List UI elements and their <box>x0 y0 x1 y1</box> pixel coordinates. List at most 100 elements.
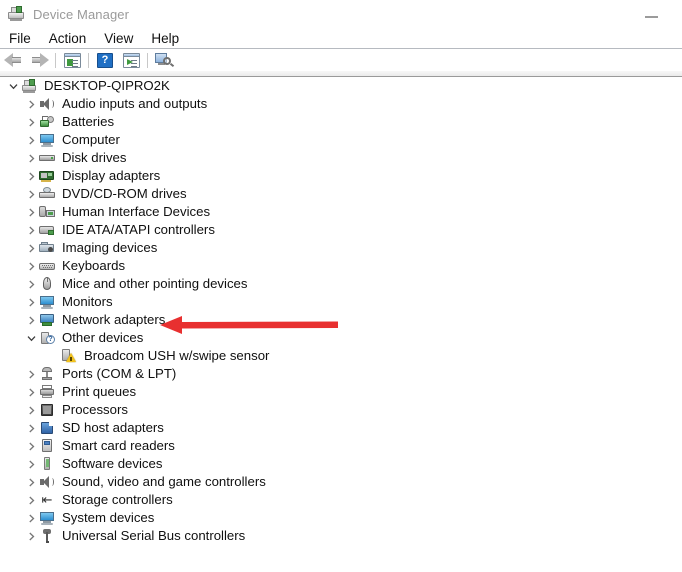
chevron-right-icon[interactable] <box>24 221 38 239</box>
tree-item-print-queues[interactable]: Print queues <box>0 383 682 401</box>
device-tree[interactable]: DESKTOP-QIPRO2K Audio inputs and outputs… <box>0 77 682 572</box>
tree-item-label: Software devices <box>56 455 162 473</box>
chevron-right-icon[interactable] <box>24 113 38 131</box>
chevron-right-icon[interactable] <box>24 383 38 401</box>
help-button[interactable]: ? <box>92 49 118 71</box>
chevron-right-icon[interactable] <box>24 491 38 509</box>
properties-button[interactable] <box>59 49 85 71</box>
chevron-right-icon[interactable] <box>24 239 38 257</box>
keyboard-icon <box>38 257 56 275</box>
tree-item-label: Human Interface Devices <box>56 203 210 221</box>
toolbar-separator-3 <box>147 53 148 68</box>
port-icon <box>38 365 56 383</box>
tree-item-label: DESKTOP-QIPRO2K <box>38 77 170 95</box>
tree-item-dvd-cd-rom-drives[interactable]: DVD/CD-ROM drives <box>0 185 682 203</box>
back-button[interactable] <box>0 49 26 71</box>
tree-item-sound-video-and-game-controllers[interactable]: Sound, video and game controllers <box>0 473 682 491</box>
chevron-right-icon[interactable] <box>24 257 38 275</box>
chevron-right-icon[interactable] <box>24 473 38 491</box>
tree-item-universal-serial-bus-controllers[interactable]: Universal Serial Bus controllers <box>0 527 682 545</box>
chevron-right-icon[interactable] <box>24 95 38 113</box>
tree-item-label: System devices <box>56 509 154 527</box>
hid-icon <box>38 203 56 221</box>
tree-item-keyboards[interactable]: Keyboards <box>0 257 682 275</box>
unknown-device-warning-icon <box>60 347 78 365</box>
tree-item-smart-card-readers[interactable]: Smart card readers <box>0 437 682 455</box>
update-driver-button[interactable] <box>118 49 144 71</box>
chevron-right-icon[interactable] <box>24 149 38 167</box>
tree-item-computer[interactable]: Computer <box>0 131 682 149</box>
chevron-right-icon[interactable] <box>24 437 38 455</box>
scan-hardware-button[interactable] <box>151 49 177 71</box>
chevron-right-icon[interactable] <box>24 419 38 437</box>
tree-item-processors[interactable]: Processors <box>0 401 682 419</box>
chevron-right-icon[interactable] <box>24 275 38 293</box>
processor-icon <box>38 401 56 419</box>
computer-host-icon <box>20 77 38 95</box>
tree-item-disk-drives[interactable]: Disk drives <box>0 149 682 167</box>
chevron-down-icon[interactable] <box>24 329 38 347</box>
chevron-right-icon[interactable] <box>24 455 38 473</box>
tree-item-label: Keyboards <box>56 257 125 275</box>
window-title: Device Manager <box>33 7 129 22</box>
display-adapter-icon <box>38 167 56 185</box>
monitor-icon <box>38 131 56 149</box>
chevron-right-icon[interactable] <box>24 527 38 545</box>
tree-item-audio-inputs-and-outputs[interactable]: Audio inputs and outputs <box>0 95 682 113</box>
tree-item-sd-host-adapters[interactable]: SD host adapters <box>0 419 682 437</box>
tree-item-human-interface-devices[interactable]: Human Interface Devices <box>0 203 682 221</box>
tree-item-storage-controllers[interactable]: ⇤ Storage controllers <box>0 491 682 509</box>
tree-item-software-devices[interactable]: Software devices <box>0 455 682 473</box>
tree-item-label: Print queues <box>56 383 136 401</box>
monitor-icon <box>38 509 56 527</box>
help-question-icon: ? <box>97 53 113 68</box>
toolbar: ? <box>0 49 682 71</box>
menu-action[interactable]: Action <box>40 29 96 49</box>
chevron-right-icon[interactable] <box>24 311 38 329</box>
ide-controller-icon <box>38 221 56 239</box>
forward-button[interactable] <box>26 49 52 71</box>
tree-item-monitors[interactable]: Monitors <box>0 293 682 311</box>
tree-item-label: Monitors <box>56 293 113 311</box>
menu-file[interactable]: File <box>0 29 40 49</box>
tree-item-root[interactable]: DESKTOP-QIPRO2K <box>0 77 682 95</box>
chevron-right-icon[interactable] <box>24 401 38 419</box>
tree-item-ide-ata-atapi-controllers[interactable]: IDE ATA/ATAPI controllers <box>0 221 682 239</box>
chevron-right-icon[interactable] <box>24 293 38 311</box>
tree-item-label: Other devices <box>56 329 143 347</box>
tree-item-batteries[interactable]: Batteries <box>0 113 682 131</box>
tree-item-label: IDE ATA/ATAPI controllers <box>56 221 215 239</box>
chevron-right-icon[interactable] <box>24 203 38 221</box>
chevron-right-icon[interactable] <box>24 167 38 185</box>
tree-item-network-adapters[interactable]: Network adapters <box>0 311 682 329</box>
chevron-down-icon[interactable] <box>6 77 20 95</box>
tree-item-mice-and-other-pointing-devices[interactable]: Mice and other pointing devices <box>0 275 682 293</box>
monitor-icon <box>38 293 56 311</box>
disk-drive-icon <box>38 149 56 167</box>
chevron-right-icon[interactable] <box>24 509 38 527</box>
tree-item-label: Disk drives <box>56 149 126 167</box>
tree-item-label: Broadcom USH w/swipe sensor <box>78 347 269 365</box>
tree-item-label: SD host adapters <box>56 419 164 437</box>
title-bar: Device Manager <box>0 0 682 28</box>
menu-help[interactable]: Help <box>142 29 188 49</box>
sd-card-icon <box>38 419 56 437</box>
tree-item-display-adapters[interactable]: Display adapters <box>0 167 682 185</box>
printer-icon <box>38 383 56 401</box>
tree-item-broadcom-ush-swipe-sensor[interactable]: Broadcom USH w/swipe sensor <box>0 347 682 365</box>
tree-item-system-devices[interactable]: System devices <box>0 509 682 527</box>
speaker-icon <box>38 473 56 491</box>
forward-arrow-icon <box>30 53 49 67</box>
properties-icon <box>64 53 81 68</box>
chevron-right-icon[interactable] <box>24 131 38 149</box>
tree-item-label: Mice and other pointing devices <box>56 275 247 293</box>
scan-for-hardware-changes-icon <box>155 52 173 68</box>
tree-item-ports-com-lpt[interactable]: Ports (COM & LPT) <box>0 365 682 383</box>
chevron-right-icon[interactable] <box>24 185 38 203</box>
chevron-right-icon[interactable] <box>24 365 38 383</box>
tree-item-other-devices[interactable]: ? Other devices <box>0 329 682 347</box>
tree-item-imaging-devices[interactable]: Imaging devices <box>0 239 682 257</box>
menu-view[interactable]: View <box>95 29 142 49</box>
tree-item-label: Audio inputs and outputs <box>56 95 207 113</box>
minimize-button[interactable] <box>634 0 668 28</box>
